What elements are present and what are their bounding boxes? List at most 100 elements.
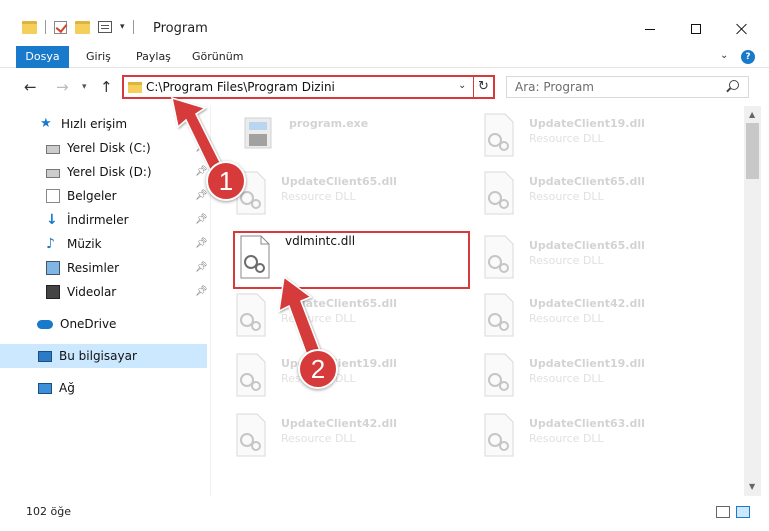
file-name: UpdateClient63.dll [529, 417, 645, 430]
step-2-callout: 2 [298, 349, 338, 389]
navigation-bar: ← → ▾ ↑ C:\Program Files\Program Dizini … [0, 70, 769, 106]
pin-icon[interactable]: 📌︎ [195, 190, 208, 201]
tab-view[interactable]: Görünüm [192, 46, 243, 68]
file-item[interactable]: UpdateClient65.dll Resource DLL [233, 170, 463, 224]
sidebar-item-pictures[interactable]: Resimler 📌︎ [0, 256, 208, 280]
file-type: Resource DLL [281, 432, 356, 445]
video-icon [46, 285, 60, 299]
address-dropdown-icon[interactable]: ⌄ [458, 80, 466, 91]
file-item[interactable]: UpdateClient42.dll Resource DLL [233, 412, 463, 466]
tab-share[interactable]: Paylaş [136, 46, 171, 68]
navigation-pane: ★ Hızlı erişim Yerel Disk (C:) 📌︎ Yerel … [0, 106, 210, 496]
dll-file-icon [236, 293, 266, 337]
sidebar-item-label: Belgeler [67, 189, 117, 203]
item-count: 102 öğe [26, 505, 71, 518]
close-button[interactable] [719, 14, 765, 44]
file-item[interactable]: UpdateClient65.dll Resource DLL [233, 292, 463, 346]
status-bar: 102 öğe [0, 496, 769, 531]
file-item[interactable]: UpdateClient19.dll Resource DLL [481, 112, 711, 166]
tab-home[interactable]: Giriş [86, 46, 111, 68]
address-bar[interactable]: C:\Program Files\Program Dizini ⌄ ↻ [122, 75, 495, 99]
sidebar-item-videos[interactable]: Videolar 📌︎ [0, 280, 208, 304]
file-type: Resource DLL [529, 372, 604, 385]
scroll-down-icon[interactable]: ▼ [749, 482, 755, 491]
file-item[interactable]: UpdateClient63.dll Resource DLL [481, 412, 711, 466]
up-arrow-icon[interactable]: ↑ [100, 78, 113, 96]
file-item[interactable]: UpdateClient19.dll Resource DLL [233, 352, 463, 406]
step-1-callout: 1 [206, 161, 246, 201]
file-type: Resource DLL [529, 190, 604, 203]
computer-icon [38, 350, 52, 362]
dll-file-icon [484, 353, 514, 397]
back-arrow-icon[interactable]: ← [24, 78, 37, 96]
pin-icon[interactable]: 📌︎ [195, 214, 208, 225]
customize-toolbar-dropdown-icon[interactable]: ▾ [120, 22, 125, 32]
recent-locations-chevron-icon[interactable]: ▾ [82, 82, 87, 92]
sidebar-item-label: Müzik [67, 237, 102, 251]
sidebar-item-this-pc[interactable]: Bu bilgisayar [0, 344, 207, 368]
dll-file-icon [236, 413, 266, 457]
sidebar-item-label: Hızlı erişim [61, 117, 128, 131]
highlight-box [233, 231, 470, 289]
help-icon[interactable]: ? [741, 50, 755, 64]
details-view-icon[interactable] [716, 506, 730, 518]
file-item[interactable]: UpdateClient19.dll Resource DLL [481, 352, 711, 406]
minimize-button[interactable] [627, 14, 673, 44]
file-name: UpdateClient65.dll [281, 175, 397, 188]
file-name: UpdateClient19.dll [529, 117, 645, 130]
tab-file[interactable]: Dosya [16, 46, 69, 68]
vertical-scrollbar[interactable]: ▲ ▼ [744, 106, 761, 496]
forward-arrow-icon[interactable]: → [56, 78, 69, 96]
folder-icon [22, 20, 37, 34]
pin-icon[interactable]: 📌︎ [195, 286, 208, 297]
address-divider [473, 77, 474, 97]
minimize-icon [645, 28, 655, 30]
file-type: Resource DLL [281, 312, 356, 325]
pin-icon[interactable]: 📌︎ [195, 142, 208, 153]
expand-ribbon-chevron-icon[interactable]: ⌄ [720, 50, 728, 61]
refresh-icon[interactable]: ↻ [478, 79, 489, 94]
pictures-icon [46, 261, 60, 275]
disk-icon [46, 145, 60, 154]
scroll-thumb[interactable] [746, 123, 759, 179]
pin-icon[interactable]: 📌︎ [195, 238, 208, 249]
sidebar-item-documents[interactable]: Belgeler 📌︎ [0, 184, 208, 208]
pin-icon[interactable]: 📌︎ [195, 262, 208, 273]
file-name: UpdateClient65.dll [281, 297, 397, 310]
sidebar-item-label: Ağ [59, 381, 75, 395]
address-path[interactable]: C:\Program Files\Program Dizini [146, 80, 335, 94]
maximize-button[interactable] [673, 14, 719, 44]
new-folder-icon[interactable] [75, 20, 90, 34]
file-type: Resource DLL [529, 132, 604, 145]
file-name: UpdateClient42.dll [281, 417, 397, 430]
sidebar-item-downloads[interactable]: ↓ İndirmeler 📌︎ [0, 208, 208, 232]
sidebar-item-quick-access[interactable]: ★ Hızlı erişim [0, 112, 207, 136]
sidebar-item-music[interactable]: ♪ Müzik 📌︎ [0, 232, 208, 256]
sidebar-item-disk-d[interactable]: Yerel Disk (D:) 📌︎ [0, 160, 208, 184]
scroll-up-icon[interactable]: ▲ [749, 110, 755, 119]
rename-icon[interactable] [98, 21, 112, 33]
sidebar-item-label: Videolar [67, 285, 117, 299]
large-icons-view-icon[interactable] [736, 506, 750, 518]
file-item[interactable]: UpdateClient65.dll Resource DLL [481, 170, 711, 224]
ribbon-tabs: Dosya Giriş Paylaş Görünüm ⌄ ? [0, 46, 769, 68]
close-icon [736, 23, 748, 35]
sidebar-item-label: Yerel Disk (C:) [67, 141, 151, 155]
documents-icon [46, 189, 60, 203]
file-name: UpdateClient65.dll [529, 175, 645, 188]
search-icon[interactable] [729, 80, 739, 90]
file-item[interactable]: program.exe [241, 112, 471, 166]
sidebar-item-network[interactable]: Ağ [0, 376, 207, 400]
search-input[interactable]: Ara: Program [506, 76, 749, 98]
maximize-icon [691, 24, 701, 34]
file-type: Resource DLL [281, 190, 356, 203]
sidebar-item-onedrive[interactable]: OneDrive [0, 312, 207, 336]
file-item[interactable]: UpdateClient65.dll Resource DLL [481, 234, 711, 288]
file-type: Resource DLL [529, 254, 604, 267]
sidebar-item-disk-c[interactable]: Yerel Disk (C:) 📌︎ [0, 136, 208, 160]
folder-icon [128, 82, 142, 93]
properties-check-icon[interactable] [54, 20, 67, 34]
network-icon [38, 382, 52, 394]
file-type: Resource DLL [529, 312, 604, 325]
file-item[interactable]: UpdateClient42.dll Resource DLL [481, 292, 711, 346]
